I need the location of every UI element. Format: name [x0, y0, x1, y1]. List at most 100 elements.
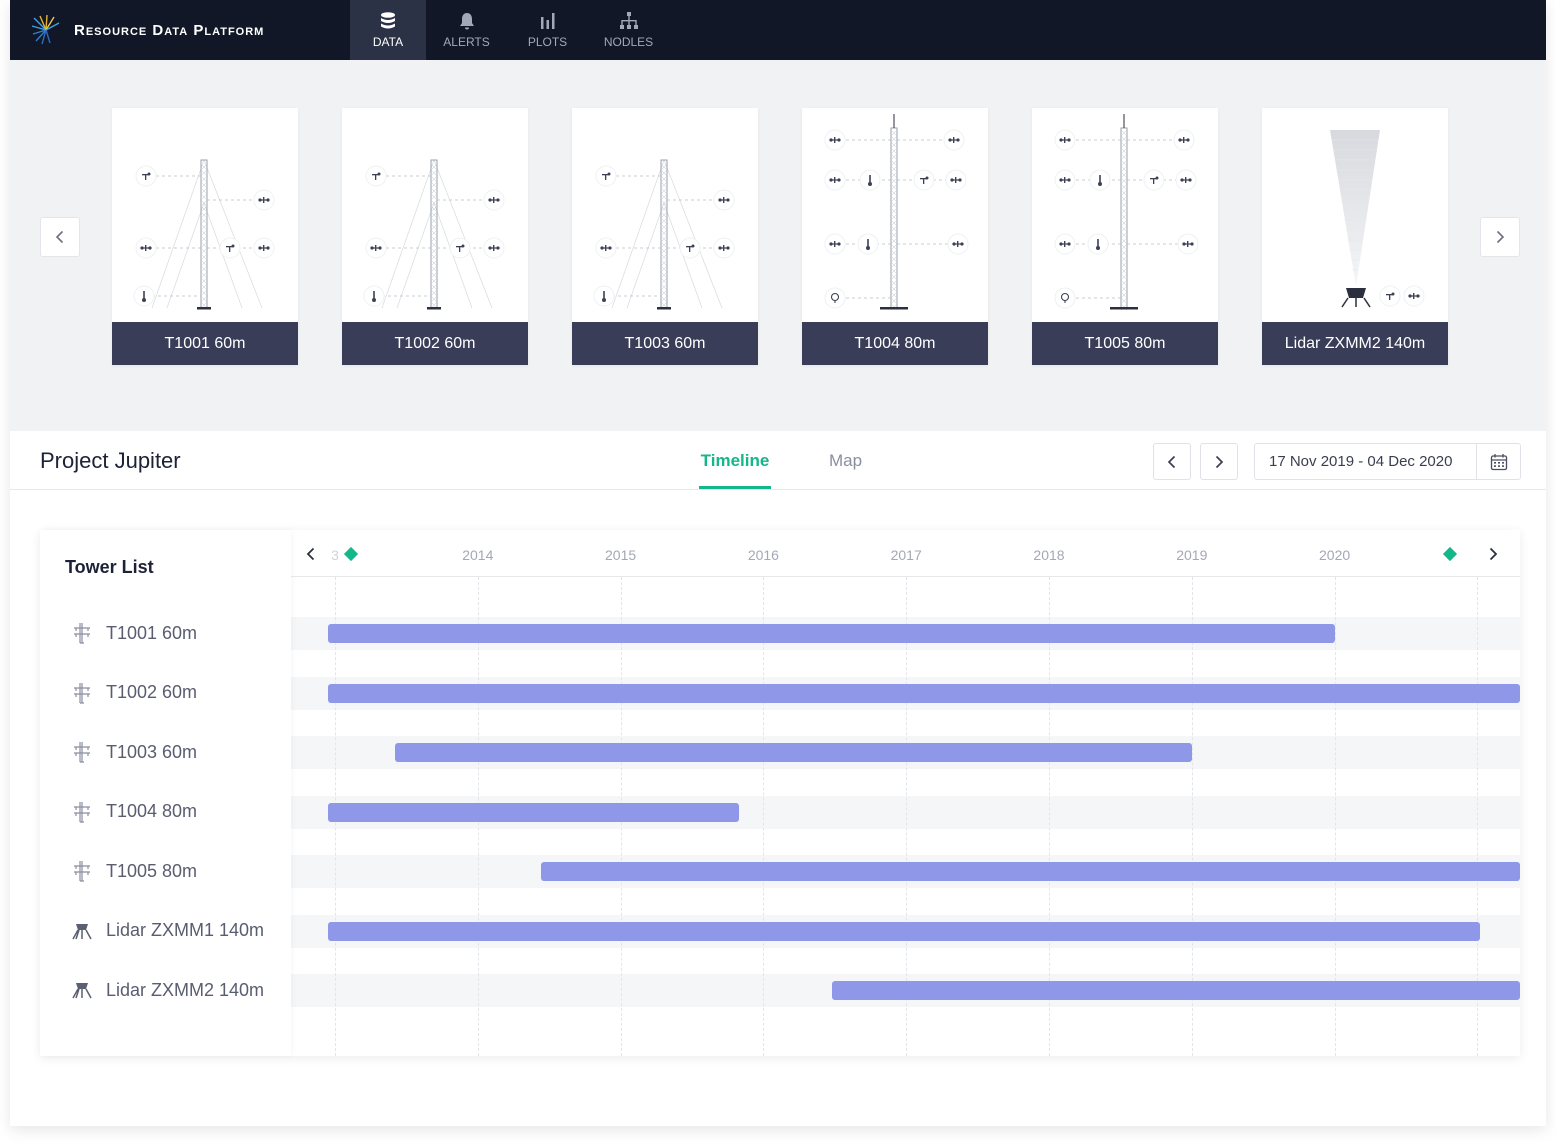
tower-list-label: T1001 60m — [106, 622, 198, 643]
nav-label: PLOTS — [527, 35, 568, 49]
tower-carousel: T1001 60m T1002 60m T1003 60m T1004 80m T100… — [10, 60, 1546, 431]
nav-data[interactable]: DATA — [350, 0, 426, 60]
year-label: 2019 — [1176, 547, 1208, 563]
date-range-text: 17 Nov 2019 - 04 Dec 2020 — [1269, 453, 1453, 470]
nav-label: NODLES — [603, 35, 654, 49]
tower-illustration — [363, 159, 505, 310]
date-range-picker[interactable]: 17 Nov 2019 - 04 Dec 2020 — [1254, 443, 1521, 480]
timeline-bar[interactable] — [327, 683, 1520, 703]
tower-list-title: Tower List — [65, 557, 154, 577]
logo-icon — [31, 14, 60, 45]
tower-icon — [74, 861, 90, 882]
tower-card[interactable]: T1003 60m — [572, 108, 758, 365]
nav-plots[interactable]: PLOTS — [507, 0, 588, 60]
tower-card-label: T1003 60m — [572, 322, 758, 365]
tower-list-item[interactable]: Lidar ZXMM2 140m — [70, 975, 264, 1005]
tower-icon — [74, 801, 90, 823]
year-label: 2015 — [605, 547, 637, 563]
year-label: 2018 — [1033, 547, 1065, 563]
year-label: 2017 — [890, 547, 922, 563]
nav-label: DATA — [372, 35, 404, 49]
tower-illustration — [593, 159, 735, 310]
tower-card[interactable]: T1001 60m — [112, 108, 298, 365]
tab-map[interactable]: Map — [829, 451, 862, 471]
tab-timeline[interactable]: Timeline — [699, 451, 771, 471]
chevron-right-icon — [1215, 455, 1224, 468]
tower-card[interactable]: Lidar ZXMM2 140m — [1262, 108, 1448, 365]
tower-list-label: T1004 80m — [106, 801, 198, 821]
range-start-marker[interactable] — [343, 546, 359, 562]
chevron-left-icon — [306, 547, 315, 561]
chevron-left-icon — [1167, 455, 1176, 468]
timeline-bar[interactable] — [394, 743, 1192, 762]
hierarchy-icon — [619, 12, 638, 29]
nav-alerts[interactable]: ALERTS — [426, 0, 507, 60]
tower-list-label: Lidar ZXMM1 140m — [106, 920, 265, 940]
app-title: Resource Data Platform — [74, 21, 265, 39]
carousel-next-button[interactable] — [1480, 217, 1520, 257]
tower-icon — [74, 682, 90, 704]
nav-label: ALERTS — [443, 35, 490, 49]
tower-card[interactable]: T1002 60m — [342, 108, 528, 365]
top-navigation-bar: Resource Data Platform DATA ALERTS PLOTS… — [10, 0, 1546, 60]
lidar-icon — [72, 983, 92, 999]
database-icon — [381, 12, 395, 29]
calendar-button[interactable] — [1476, 444, 1520, 479]
chevron-right-icon — [1489, 547, 1498, 561]
tower-card-label: T1005 80m — [1032, 322, 1218, 365]
year-label: 2014 — [462, 547, 494, 563]
carousel-prev-button[interactable] — [40, 217, 80, 257]
tower-list-item[interactable]: T1003 60m — [70, 737, 197, 767]
tower-list-item[interactable]: T1004 80m — [70, 797, 197, 827]
tower-card[interactable]: T1005 80m — [1032, 108, 1218, 365]
tower-card-label: T1002 60m — [342, 322, 528, 365]
timeline-bar[interactable] — [540, 862, 1520, 881]
nav-nodles[interactable]: NODLES — [588, 0, 669, 60]
gridline — [763, 577, 765, 1056]
project-title: Project Jupiter — [40, 448, 181, 473]
range-end-marker[interactable] — [1442, 546, 1458, 562]
tower-card-label: T1004 80m — [802, 322, 988, 365]
tower-card[interactable]: T1004 80m — [802, 108, 988, 365]
brand[interactable]: Resource Data Platform — [30, 0, 264, 60]
chevron-right-icon — [1496, 230, 1505, 244]
main-nav: DATA ALERTS PLOTS NODLES — [350, 0, 669, 60]
tower-list-label: T1003 60m — [106, 741, 198, 762]
date-next-button[interactable] — [1200, 443, 1238, 480]
bell-icon — [459, 13, 474, 30]
tower-illustration — [1054, 114, 1199, 311]
tower-list-item[interactable]: T1005 80m — [70, 856, 197, 886]
timeline-next-button[interactable] — [1483, 544, 1503, 564]
tower-card-label: Lidar ZXMM2 140m — [1262, 322, 1448, 365]
tower-list-item[interactable]: T1002 60m — [70, 678, 197, 708]
tower-list-item[interactable]: Lidar ZXMM1 140m — [70, 916, 264, 946]
timeline-bar[interactable] — [327, 624, 1335, 643]
tower-illustration — [824, 114, 969, 311]
year-label: 2020 — [1319, 547, 1351, 563]
year-label: 2016 — [747, 547, 779, 563]
bar-chart-icon — [540, 13, 554, 29]
timeline-bar[interactable] — [831, 981, 1520, 1000]
timeline-bar[interactable] — [327, 921, 1481, 941]
tower-illustration — [133, 159, 275, 310]
lidar-illustration — [1330, 130, 1425, 308]
active-tab-indicator — [699, 486, 771, 489]
calendar-icon — [1490, 453, 1507, 470]
timeline-prev-button[interactable] — [301, 544, 321, 564]
tower-list-label: Lidar ZXMM2 140m — [106, 979, 265, 1000]
timeline-axis: 3 2014 2015 2016 2017 2018 2019 2020 — [291, 530, 1520, 577]
tower-list-item[interactable]: T1001 60m — [70, 618, 197, 648]
lidar-icon — [72, 923, 92, 939]
tower-icon — [74, 742, 90, 763]
project-header: Project Jupiter Timeline Map 17 Nov 2019… — [10, 431, 1546, 490]
timeline-bar[interactable] — [327, 802, 740, 822]
tower-list-label: T1005 80m — [106, 860, 198, 881]
tower-list-label: T1002 60m — [106, 682, 198, 702]
year-label: 3 — [331, 547, 339, 563]
tower-card-label: T1001 60m — [112, 322, 298, 365]
tower-icon — [74, 623, 90, 644]
timeline-chart: 3 2014 2015 2016 2017 2018 2019 2020 — [291, 530, 1520, 1056]
tower-list: Tower List T1001 60m T1002 60m T1003 60m T1… — [40, 530, 291, 1056]
chevron-left-icon — [55, 230, 64, 244]
date-prev-button[interactable] — [1153, 443, 1191, 480]
